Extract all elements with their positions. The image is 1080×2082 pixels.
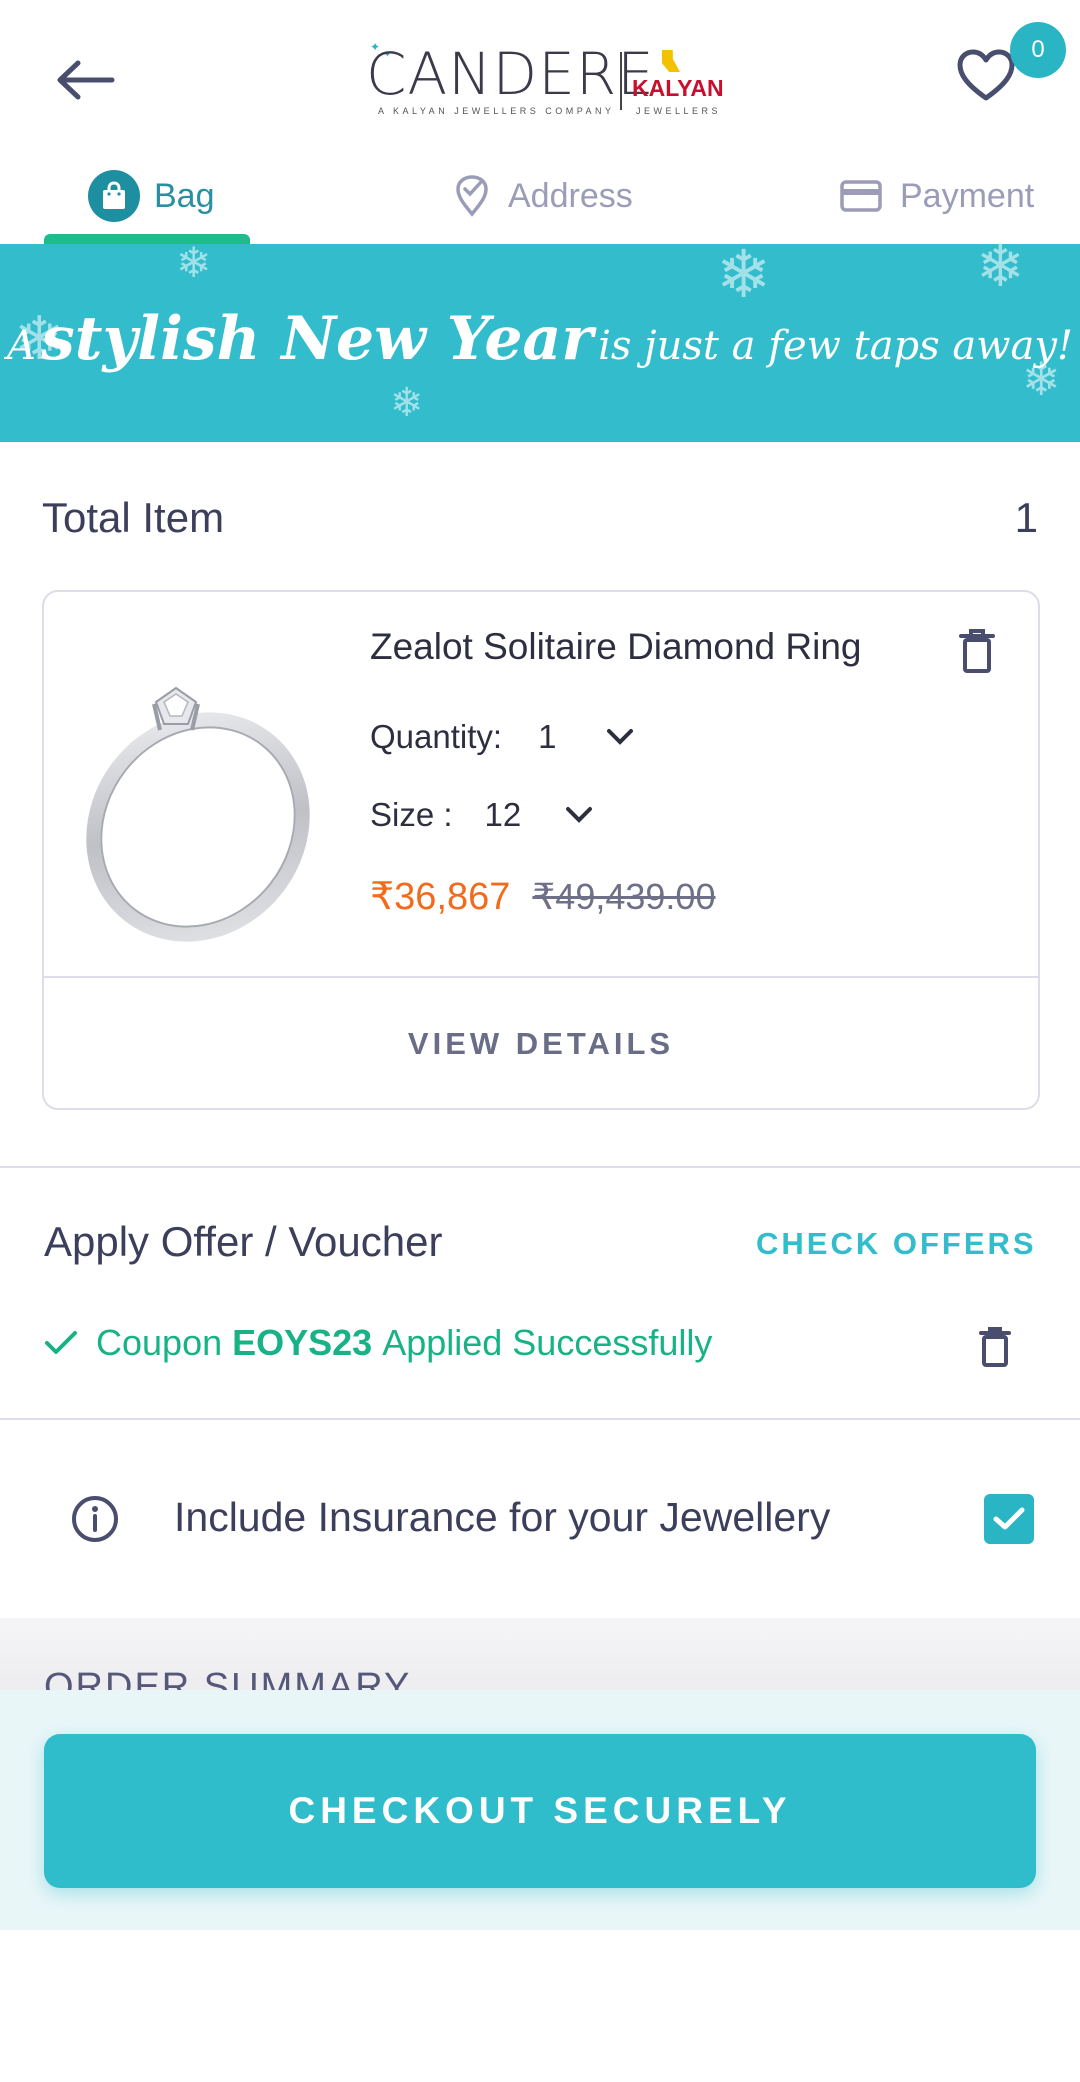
header: ✦ ✦ CANDERE A KALYAN JEWELLERS COMPANY K… (0, 0, 1080, 160)
back-button[interactable] (56, 48, 136, 112)
total-items-row: Total Item 1 (42, 488, 1038, 548)
credit-card-icon (840, 180, 882, 212)
tab-bag[interactable]: Bag (88, 160, 215, 232)
location-pin-icon (454, 174, 490, 218)
quantity-selector[interactable]: Quantity: 1 (370, 718, 634, 756)
size-label: Size : (370, 796, 453, 833)
checkmark-icon (45, 1331, 77, 1354)
banner-highlight: stylish New Year (40, 304, 594, 374)
size-value: 12 (484, 796, 522, 833)
checkout-bar: CHECKOUT SECURELY (0, 1690, 1080, 1930)
insurance-label: Include Insurance for your Jewellery (174, 1494, 831, 1540)
bag-icon (88, 170, 140, 222)
partner-name: KALYAN (632, 75, 724, 101)
current-price: ₹36,867 (370, 876, 511, 918)
total-items-label: Total Item (42, 494, 225, 541)
tab-payment-label: Payment (900, 176, 1035, 215)
check-offers-button[interactable]: CHECK OFFERS (756, 1226, 1037, 1262)
info-icon (72, 1496, 118, 1542)
checkout-steps: Bag Address Payment (0, 160, 1080, 244)
brand-name: CANDERE (366, 40, 655, 108)
insurance-info-button[interactable] (70, 1494, 120, 1549)
banner-lead: A (6, 323, 36, 369)
snowflake-icon: ❄ (976, 244, 1025, 299)
chevron-down-icon (566, 807, 593, 823)
original-price: ₹49,439.00 (532, 876, 716, 917)
section-divider (0, 1418, 1080, 1420)
kalyan-mark-icon (662, 50, 680, 72)
tab-address-label: Address (508, 176, 633, 215)
coupon-prefix: Coupon (96, 1322, 223, 1363)
snowflake-icon: ❄ (716, 244, 772, 311)
quantity-label: Quantity: (370, 718, 503, 755)
active-tab-indicator (44, 234, 250, 244)
product-card: Zealot Solitaire Diamond Ring Quantity: … (42, 590, 1040, 1110)
banner-text: A stylish New Year is just a few taps aw… (0, 304, 1080, 374)
section-divider (0, 1166, 1080, 1168)
banner-tail: is just a few taps away! (598, 323, 1074, 369)
partner-sub: JEWELLERS (636, 106, 722, 116)
product-name[interactable]: Zealot Solitaire Diamond Ring (370, 626, 862, 668)
snowflake-icon: ❄ (176, 244, 212, 286)
tab-bag-label: Bag (154, 176, 215, 215)
check-icon (993, 1507, 1025, 1530)
quantity-value: 1 (538, 718, 557, 755)
snowflake-icon: ❄ (390, 381, 424, 425)
trash-icon (959, 629, 995, 673)
insurance-checkbox[interactable] (984, 1494, 1034, 1544)
brand-tagline: A KALYAN JEWELLERS COMPANY (378, 106, 615, 116)
offer-title: Apply Offer / Voucher (44, 1218, 443, 1265)
checkout-button[interactable]: CHECKOUT SECURELY (44, 1734, 1036, 1888)
size-selector[interactable]: Size : 12 (370, 796, 593, 834)
coupon-status: Coupon EOYS23 Applied Successfully (44, 1322, 712, 1364)
remove-item-button[interactable] (958, 628, 996, 679)
promo-banner[interactable]: ❄ ❄ ❄ ❄ ❄ ❄ A stylish New Year is just a… (0, 244, 1080, 442)
logo-divider (620, 52, 622, 110)
product-image[interactable] (68, 652, 338, 952)
wishlist-count-badge: 0 (1010, 22, 1066, 78)
trash-icon (979, 1327, 1011, 1367)
remove-coupon-button[interactable] (978, 1326, 1012, 1373)
price-row: ₹36,867 ₹49,439.00 (370, 874, 715, 919)
coupon-suffix: Applied Successfully (382, 1322, 713, 1363)
heart-icon (957, 49, 1015, 101)
brand-logo[interactable]: ✦ ✦ CANDERE A KALYAN JEWELLERS COMPANY K… (366, 40, 724, 120)
tab-payment[interactable]: Payment (840, 160, 1034, 232)
arrow-left-icon (57, 60, 115, 100)
total-items-count: 1 (1014, 494, 1038, 541)
tab-address[interactable]: Address (454, 160, 633, 232)
coupon-code: EOYS23 (232, 1322, 373, 1363)
view-details-button[interactable]: VIEW DETAILS (44, 980, 1038, 1108)
chevron-down-icon (607, 729, 634, 745)
card-divider (44, 976, 1038, 978)
